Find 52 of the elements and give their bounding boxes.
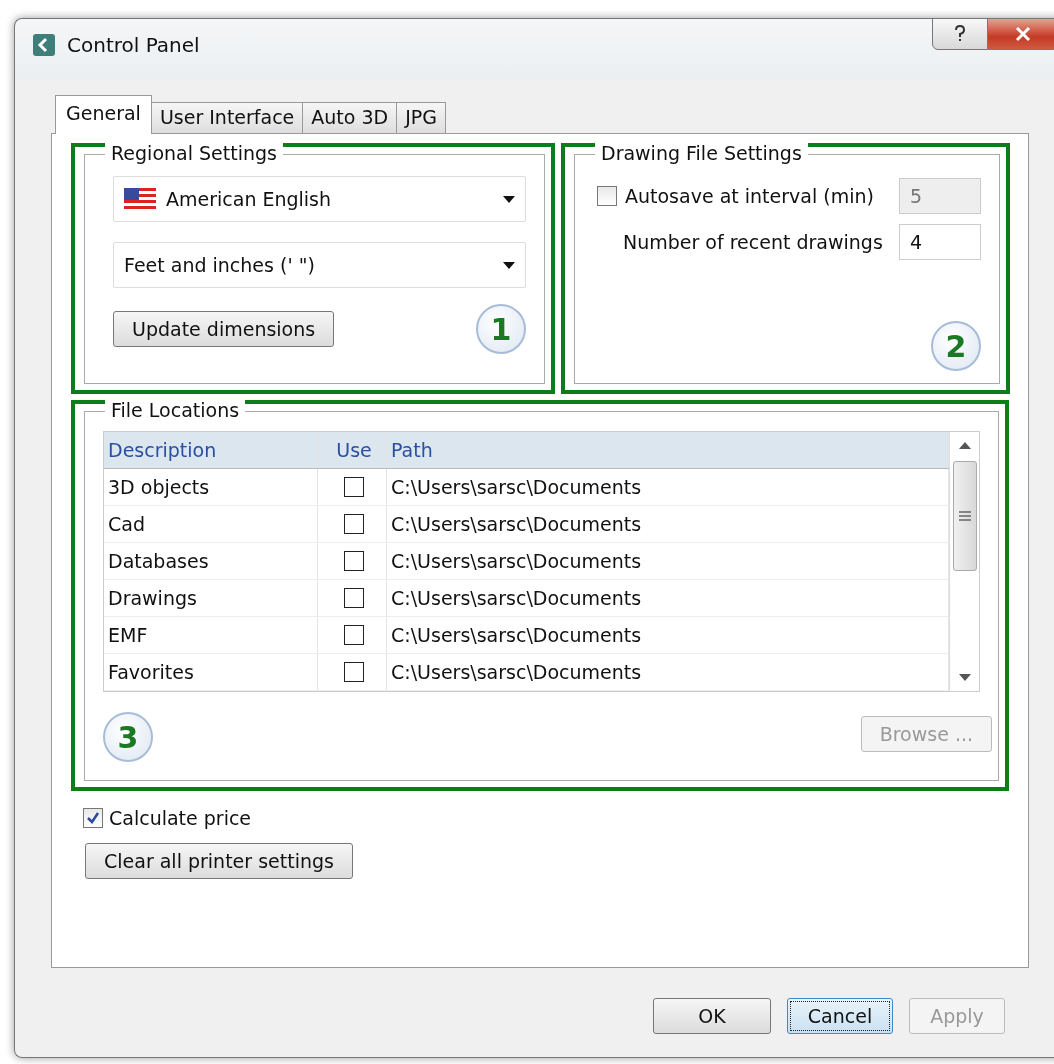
tab[interactable]: JPG — [396, 102, 446, 133]
table-cell: C:\Users\sarsc\Documents — [387, 580, 949, 616]
table-cell: Databases — [104, 543, 318, 579]
scroll-up-icon[interactable] — [958, 442, 971, 449]
group-title: Regional Settings — [105, 142, 283, 164]
table-cell: C:\Users\sarsc\Documents — [387, 506, 949, 542]
use-checkbox[interactable] — [344, 477, 364, 497]
clear-printer-settings-button[interactable]: Clear all printer settings — [85, 843, 353, 879]
tab[interactable]: User Interface — [150, 102, 304, 133]
callout-number: 3 — [103, 712, 153, 762]
window-title: Control Panel — [67, 33, 200, 57]
calculate-price-checkbox[interactable] — [83, 808, 103, 828]
use-checkbox[interactable] — [344, 662, 364, 682]
autosave-label: Autosave at interval (min) — [625, 185, 875, 207]
column-header[interactable]: Description — [104, 432, 318, 468]
use-checkbox[interactable] — [344, 588, 364, 608]
update-dimensions-button[interactable]: Update dimensions — [113, 311, 335, 347]
table-cell: Cad — [104, 506, 318, 542]
table-cell: C:\Users\sarsc\Documents — [387, 469, 949, 505]
scrollbar[interactable] — [949, 432, 979, 691]
language-dropdown[interactable]: American English — [113, 176, 526, 222]
table-cell: Favorites — [104, 654, 318, 690]
units-dropdown[interactable]: Feet and inches (' ") — [113, 242, 526, 288]
table-cell: C:\Users\sarsc\Documents — [387, 654, 949, 690]
scrollbar-thumb[interactable] — [952, 461, 977, 571]
tab[interactable]: Auto 3D — [302, 102, 398, 133]
table-cell: C:\Users\sarsc\Documents — [387, 543, 949, 579]
calculate-price-label: Calculate price — [109, 807, 252, 829]
recent-drawings-label: Number of recent drawings — [623, 231, 884, 253]
use-checkbox[interactable] — [344, 625, 364, 645]
table-cell: Drawings — [104, 580, 318, 616]
help-icon — [953, 24, 967, 44]
dialog-button[interactable]: Cancel — [787, 998, 893, 1034]
callout-number: 1 — [476, 304, 526, 354]
table-cell: EMF — [104, 617, 318, 653]
use-checkbox[interactable] — [344, 514, 364, 534]
table-cell: C:\Users\sarsc\Documents — [387, 617, 949, 653]
callout-number: 2 — [931, 321, 981, 371]
caret-icon — [503, 195, 515, 203]
table-cell: 3D objects — [104, 469, 318, 505]
help-button[interactable] — [932, 18, 988, 50]
column-header[interactable]: Use — [318, 432, 387, 468]
column-header[interactable]: Path — [387, 432, 949, 468]
close-button[interactable] — [988, 18, 1054, 50]
group-title: Drawing File Settings — [595, 142, 808, 164]
scroll-down-icon[interactable] — [958, 674, 971, 681]
tab[interactable]: General — [55, 95, 152, 134]
recent-drawings-field[interactable]: 4 — [899, 224, 981, 260]
dialog-button[interactable]: OK — [653, 998, 771, 1034]
flag-icon — [124, 188, 156, 210]
caret-icon — [503, 261, 515, 269]
use-checkbox[interactable] — [344, 551, 364, 571]
